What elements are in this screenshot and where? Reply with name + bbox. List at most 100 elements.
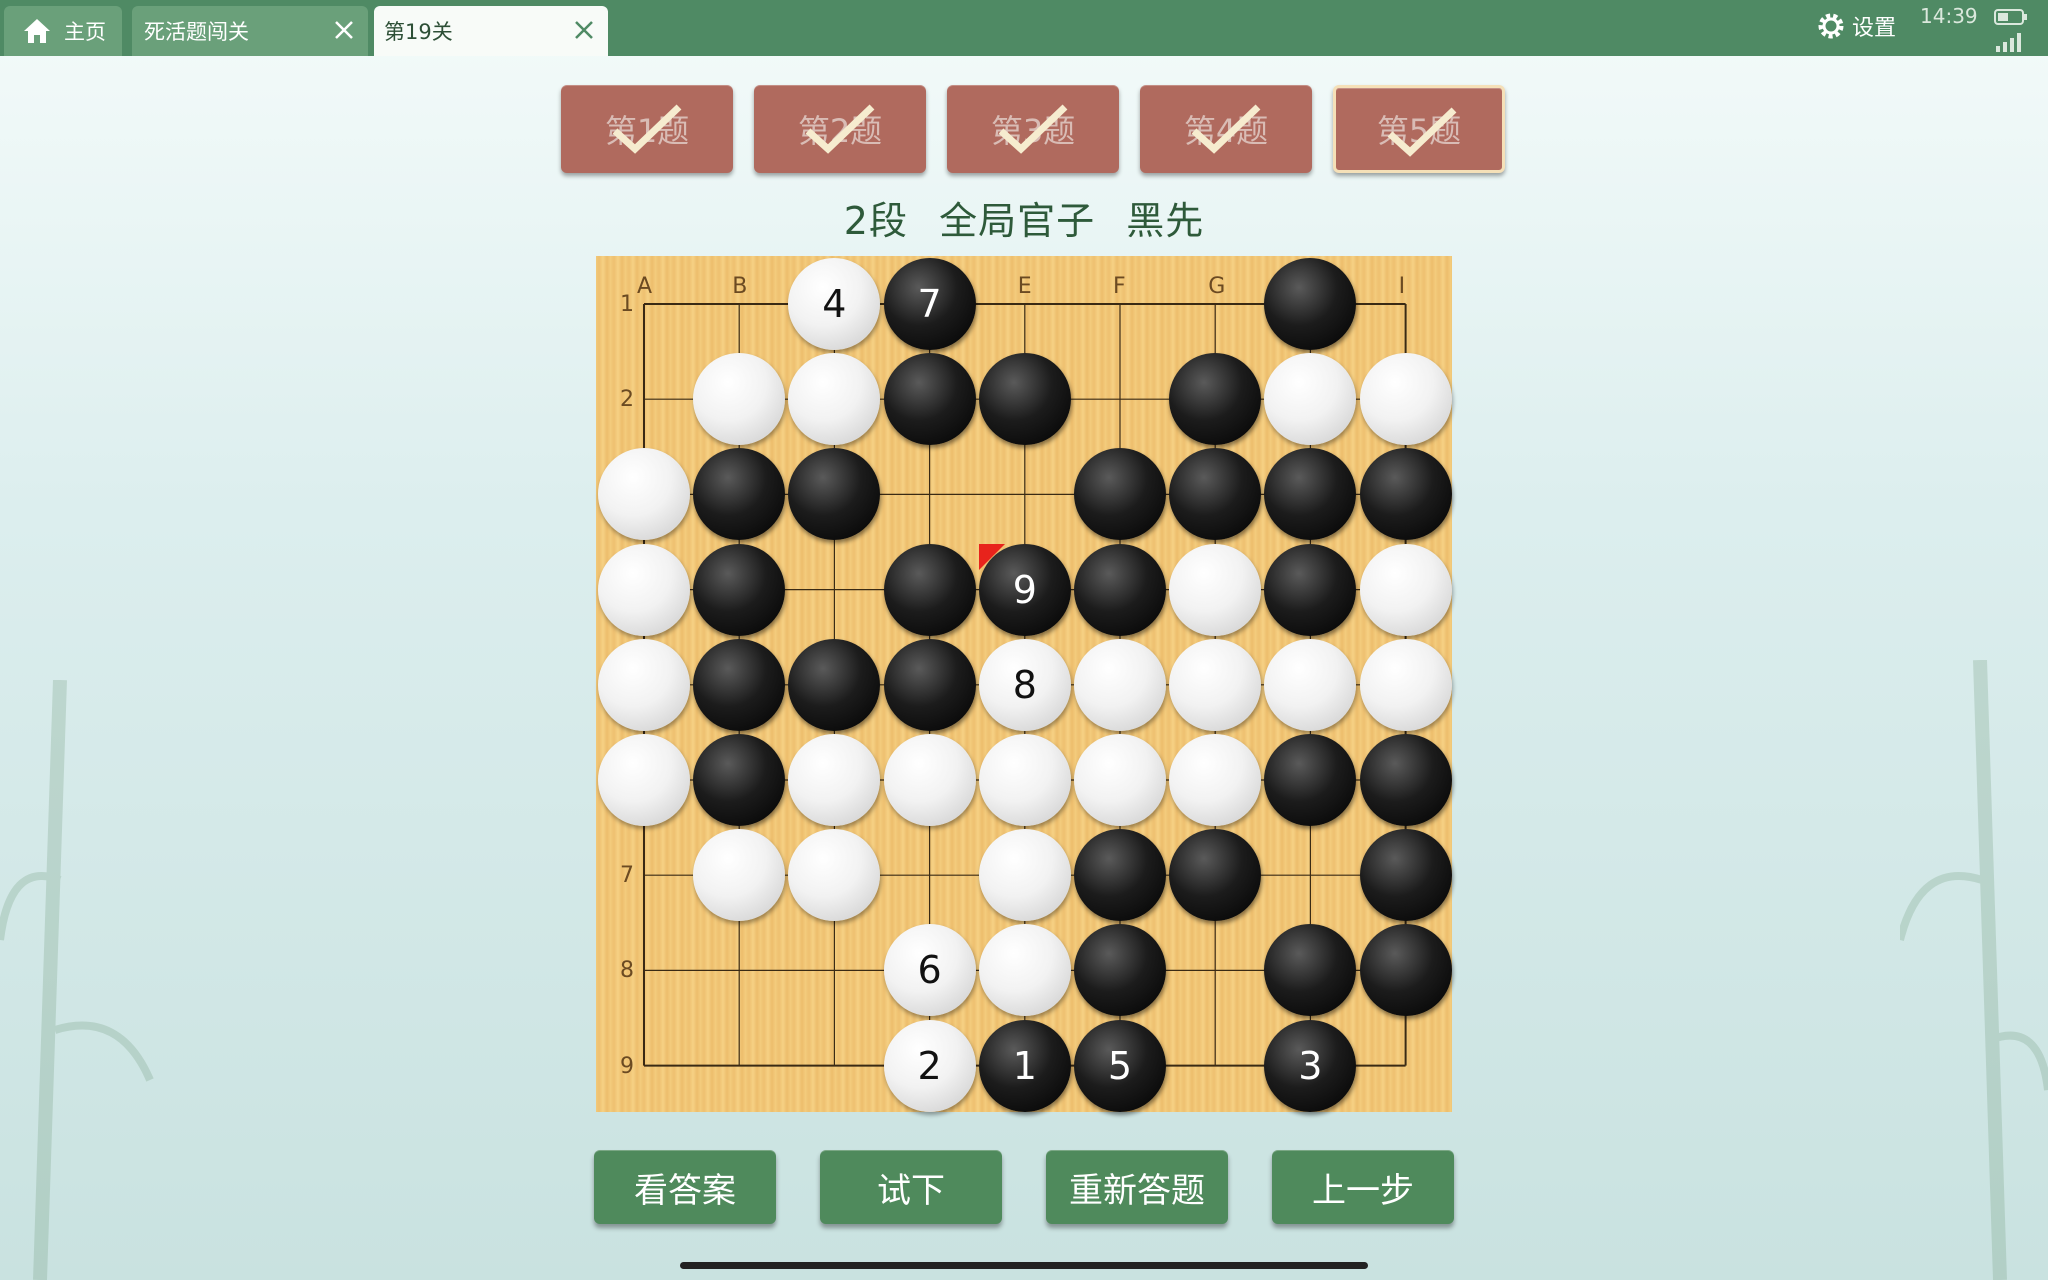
- black-stone: [693, 734, 786, 826]
- undo-button[interactable]: 上一步: [1272, 1150, 1454, 1224]
- column-label: E: [1017, 274, 1032, 299]
- problem-info: 2段 全局官子 黑先: [0, 190, 2048, 245]
- white-stone: [788, 829, 881, 922]
- bamboo-decoration-left: [0, 680, 154, 1280]
- white-stone: [883, 734, 976, 826]
- row-label: 7: [620, 863, 634, 889]
- column-label: B: [732, 274, 748, 299]
- white-stone: [598, 734, 690, 826]
- black-stone: [693, 543, 786, 636]
- row-label: 2: [620, 387, 634, 413]
- row-label: 1: [620, 292, 634, 317]
- move-number: 1: [1012, 1043, 1037, 1088]
- column-label: G: [1208, 274, 1226, 299]
- row-label: 8: [620, 958, 634, 984]
- white-stone: [693, 829, 786, 922]
- home-indicator[interactable]: [680, 1262, 1368, 1269]
- white-stone: [1359, 543, 1452, 636]
- view-answer-button[interactable]: 看答案: [594, 1150, 776, 1224]
- level-button-2[interactable]: 第2题: [754, 85, 926, 173]
- black-stone: [693, 448, 786, 541]
- close-icon[interactable]: [332, 18, 356, 42]
- problem-type: 全局官子: [939, 199, 1096, 243]
- last-move-marker: [978, 543, 1005, 570]
- black-stone: [1074, 448, 1166, 541]
- white-stone: [1074, 638, 1166, 731]
- white-stone: 8: [978, 638, 1071, 731]
- settings-label: 设置: [1852, 16, 1897, 41]
- level-button-3[interactable]: 第3题: [947, 85, 1119, 173]
- move-number: 6: [917, 948, 942, 993]
- row-label: 9: [620, 1053, 634, 1079]
- checkmark-icon: [998, 104, 1068, 154]
- black-stone: [978, 353, 1071, 446]
- settings-button[interactable]: 设置: [1816, 10, 1896, 42]
- checkmark-icon: [805, 104, 875, 154]
- black-stone: 3: [1264, 1019, 1357, 1112]
- move-number: 4: [822, 282, 847, 326]
- white-stone: [598, 448, 690, 541]
- level-button-4[interactable]: 第4题: [1140, 85, 1312, 173]
- black-stone: 1: [978, 1019, 1071, 1112]
- tab-home-label: 主页: [64, 20, 106, 44]
- problem-to-play: 黑先: [1126, 199, 1205, 243]
- column-label: A: [637, 274, 653, 299]
- move-number: 5: [1107, 1043, 1133, 1088]
- white-stone: [788, 353, 881, 446]
- black-stone: [1359, 924, 1452, 1017]
- white-stone: [1169, 543, 1262, 636]
- black-stone: [788, 638, 881, 731]
- status-time: 14:39: [1920, 4, 1978, 28]
- move-number: 7: [917, 282, 942, 326]
- white-stone: [693, 353, 786, 446]
- black-stone: 7: [883, 258, 976, 350]
- white-stone: 6: [883, 924, 976, 1017]
- black-stone: [1359, 734, 1452, 826]
- black-stone: [1264, 258, 1357, 350]
- go-board[interactable]: A B E F G I 1 2 7 8 9 4 7 9 8 6 2 1 5 3: [596, 256, 1452, 1112]
- white-stone: [1359, 353, 1452, 446]
- checkmark-icon: [1387, 107, 1457, 157]
- tab-tsumego-challenge[interactable]: 死活题闯关: [132, 6, 368, 56]
- white-stone: 2: [883, 1019, 976, 1112]
- black-stone: [1169, 829, 1262, 922]
- black-stone: [1359, 829, 1452, 922]
- battery-icon: [1994, 9, 2027, 25]
- bamboo-decoration-right: [1900, 660, 2048, 1280]
- white-stone: [1359, 638, 1452, 731]
- white-stone: [598, 543, 690, 636]
- black-stone: [693, 638, 786, 731]
- white-stone: [978, 829, 1071, 922]
- white-stone: [978, 924, 1071, 1017]
- tab-tsumego-challenge-label: 死活题闯关: [144, 20, 249, 44]
- checkmark-icon: [1191, 104, 1261, 154]
- white-stone: [1264, 638, 1357, 731]
- level-button-1[interactable]: 第1题: [561, 85, 733, 173]
- restart-button[interactable]: 重新答题: [1046, 1150, 1228, 1224]
- checkmark-icon: [612, 104, 682, 154]
- tab-home[interactable]: 主页: [4, 6, 122, 56]
- black-stone: [1074, 543, 1166, 636]
- column-label: F: [1113, 274, 1126, 299]
- black-stone: [1169, 353, 1262, 446]
- white-stone: [788, 734, 881, 826]
- move-number: 9: [1012, 567, 1037, 612]
- black-stone: [1074, 829, 1166, 922]
- black-stone: [883, 543, 976, 636]
- white-stone: [978, 734, 1071, 826]
- tab-level-19-label: 第19关: [384, 20, 453, 44]
- white-stone: 4: [788, 258, 881, 350]
- move-number: 2: [917, 1043, 942, 1088]
- top-bar: 主页 死活题闯关 第19关 设置 14:39: [0, 0, 2048, 56]
- white-stone: [598, 638, 690, 731]
- close-icon[interactable]: [572, 18, 596, 42]
- black-stone: 5: [1074, 1019, 1166, 1112]
- try-button[interactable]: 试下: [820, 1150, 1002, 1224]
- black-stone: [1074, 924, 1166, 1017]
- black-stone: [883, 353, 976, 446]
- tab-level-19[interactable]: 第19关: [374, 6, 608, 56]
- white-stone: [1169, 638, 1262, 731]
- move-number: 3: [1298, 1043, 1323, 1088]
- level-button-5[interactable]: 第5题: [1333, 85, 1505, 173]
- black-stone: [1264, 543, 1357, 636]
